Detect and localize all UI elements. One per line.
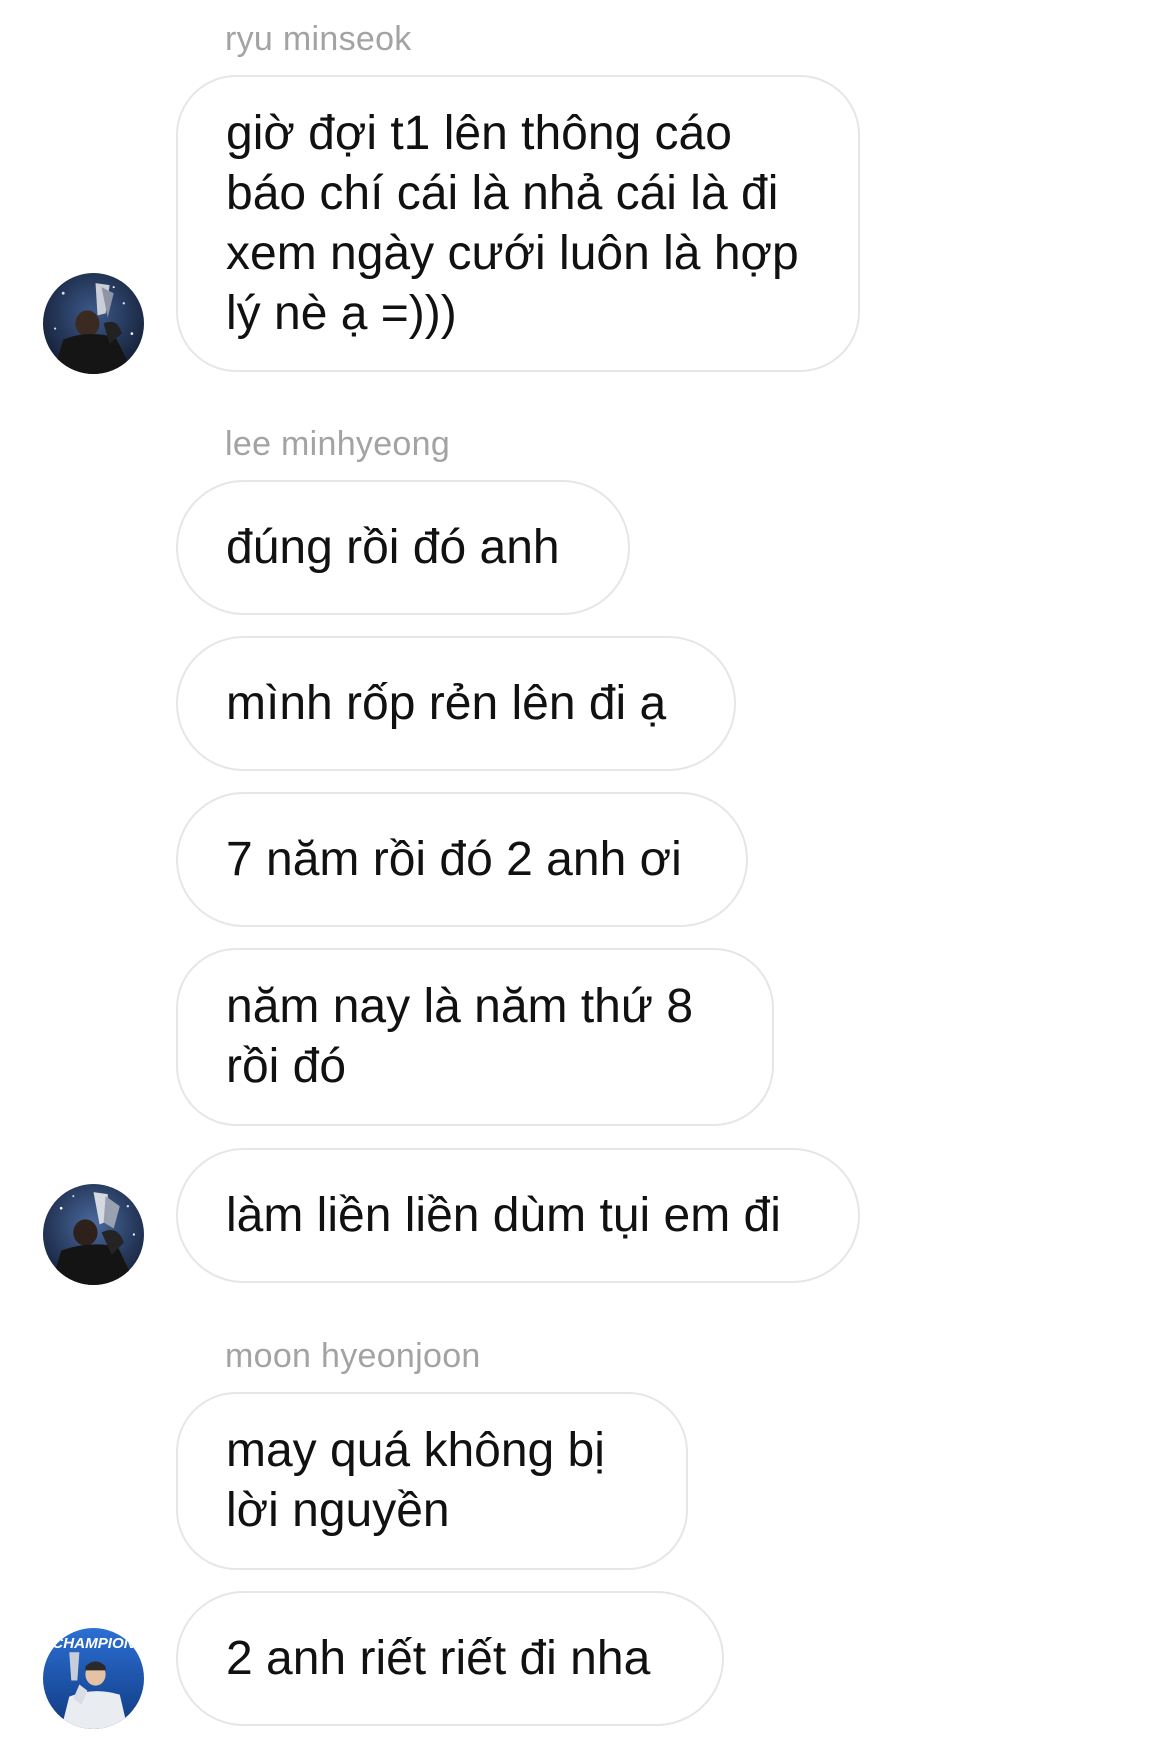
message-bubble[interactable]: làm liền liền dùm tụi em đi xyxy=(176,1148,860,1283)
avatar[interactable] xyxy=(43,273,144,374)
avatar[interactable] xyxy=(43,1184,144,1285)
message-text: 7 năm rồi đó 2 anh ơi xyxy=(226,832,682,886)
message-bubble[interactable]: mình rốp rẻn lên đi ạ xyxy=(176,636,736,771)
message-text: mình rốp rẻn lên đi ạ xyxy=(226,676,667,730)
message-bubble[interactable]: may quá không bị lời nguyền xyxy=(176,1392,688,1570)
sender-name: moon hyeonjoon xyxy=(225,1337,481,1375)
avatar[interactable]: CHAMPION xyxy=(43,1628,144,1729)
svg-text:CHAMPION: CHAMPION xyxy=(52,1635,135,1652)
message-text: may quá không bị lời nguyền xyxy=(226,1424,605,1537)
message-bubble[interactable]: 7 năm rồi đó 2 anh ơi xyxy=(176,792,748,927)
message-text: đúng rồi đó anh xyxy=(226,520,560,574)
message-bubble[interactable]: năm nay là năm thứ 8 rồi đó xyxy=(176,948,774,1126)
trophy-photo-avatar-icon xyxy=(43,273,144,374)
message-text: làm liền liền dùm tụi em đi xyxy=(226,1188,781,1242)
message-bubble[interactable]: giờ đợi t1 lên thông cáo báo chí cái là … xyxy=(176,75,860,372)
message-text: giờ đợi t1 lên thông cáo báo chí cái là … xyxy=(226,106,799,340)
message-bubble[interactable]: 2 anh riết riết đi nha xyxy=(176,1591,724,1726)
message-text: năm nay là năm thứ 8 rồi đó xyxy=(226,980,694,1093)
trophy-photo-avatar-icon xyxy=(43,1184,144,1285)
champion-photo-avatar-icon: CHAMPION xyxy=(43,1628,144,1729)
message-text: 2 anh riết riết đi nha xyxy=(226,1631,651,1685)
sender-name: ryu minseok xyxy=(225,20,412,58)
sender-name: lee minhyeong xyxy=(225,425,451,463)
message-bubble[interactable]: đúng rồi đó anh xyxy=(176,480,630,615)
